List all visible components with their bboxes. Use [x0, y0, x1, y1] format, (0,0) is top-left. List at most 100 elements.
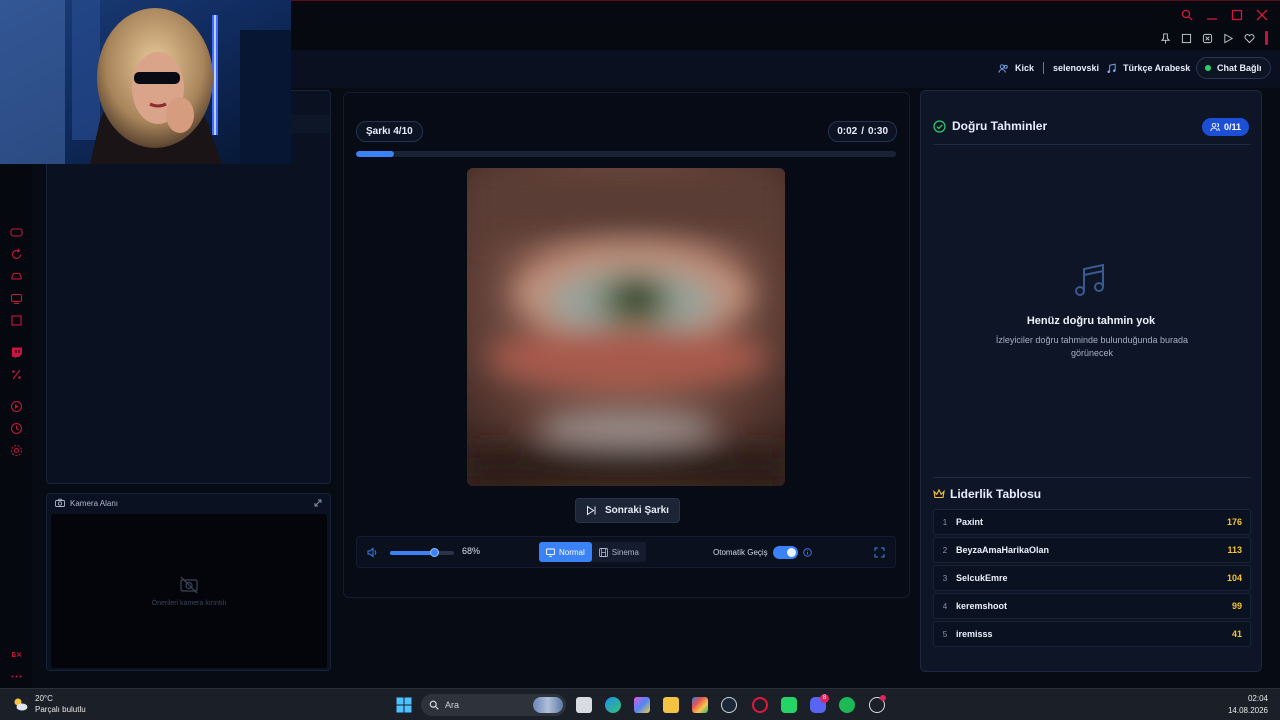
- rail-twitch-icon[interactable]: [10, 346, 23, 359]
- leaderboard-score: 41: [1231, 629, 1242, 639]
- file-explorer-icon[interactable]: [663, 697, 679, 713]
- leaderboard-list: 1 Paxint 176 2 BeyzaAmaHarikaOlan 113 3 SelcukE…: [933, 509, 1251, 649]
- copilot-icon[interactable]: [634, 697, 650, 713]
- spotify-icon[interactable]: [839, 697, 855, 713]
- users-icon: [998, 63, 1008, 73]
- heart-icon[interactable]: [1244, 33, 1255, 44]
- guesses-title: Doğru Tahminler: [952, 119, 1048, 133]
- weather-widget[interactable]: 20°C Parçalı bulutlu: [12, 693, 86, 715]
- window-icon[interactable]: [1181, 33, 1192, 44]
- rail-gx-icon[interactable]: [10, 648, 23, 661]
- edge-icon[interactable]: [605, 697, 621, 713]
- mode-normal-button[interactable]: Normal: [539, 542, 592, 562]
- guess-count: 0/11: [1223, 122, 1241, 132]
- platform-name: Kick: [1015, 63, 1035, 73]
- play-icon[interactable]: [1223, 33, 1234, 44]
- opera-gx-icon[interactable]: [752, 697, 768, 713]
- leaderboard-username: Paxint: [956, 517, 984, 527]
- side-rail: [0, 164, 32, 688]
- camera-header: Kamera Alanı: [55, 498, 118, 508]
- leaderboard-score: 113: [1227, 545, 1242, 555]
- block-icon[interactable]: [1202, 33, 1213, 44]
- guesses-header: Doğru Tahminler: [933, 119, 1047, 133]
- users-icon: [1210, 122, 1220, 132]
- notification-dot: [880, 695, 886, 701]
- rail-box-icon[interactable]: [10, 314, 23, 327]
- genre-info[interactable]: Türkçe Arabesk: [1106, 57, 1190, 79]
- whatsapp-icon[interactable]: [781, 697, 797, 713]
- store-icon[interactable]: [692, 697, 708, 713]
- volume-knob[interactable]: [429, 548, 439, 557]
- rail-refresh-icon[interactable]: [10, 248, 23, 261]
- music-note-icon: [1075, 263, 1104, 296]
- divider: [933, 144, 1251, 145]
- leaderboard-username: iremisss: [956, 629, 993, 639]
- maximize-icon[interactable]: [1231, 9, 1243, 21]
- leaderboard-rank: 1: [942, 517, 948, 527]
- platform-info: Kick selenovski: [998, 57, 1099, 79]
- clock-date: 14.08.2026: [1227, 706, 1268, 715]
- film-icon: [598, 547, 608, 557]
- toggle-knob: [786, 548, 796, 557]
- discord-notification-badge: 8: [820, 694, 829, 703]
- auto-advance-label: Otomatik Geçiş: [713, 548, 768, 557]
- chat-status-badge[interactable]: Chat Bağlı: [1196, 57, 1271, 79]
- temperature: 20°C: [35, 694, 53, 703]
- search-highlight-image: [533, 697, 563, 713]
- leaderboard-rank: 5: [942, 629, 948, 639]
- toolbar-icons: [1160, 31, 1268, 45]
- mode-cinema-label: Sinema: [611, 547, 639, 557]
- window-controls: [1181, 9, 1268, 21]
- rail-clock-icon[interactable]: [10, 422, 23, 435]
- leaderboard-score: 176: [1226, 517, 1242, 527]
- mode-cinema-button[interactable]: Sinema: [592, 542, 646, 562]
- rail-play-circle-icon[interactable]: [10, 400, 23, 413]
- music-note-icon: [1107, 63, 1116, 73]
- system-clock[interactable]: 02:04 14.08.2026: [1228, 693, 1268, 717]
- taskbar-search[interactable]: Ara: [421, 694, 566, 716]
- leaderboard-score: 104: [1226, 573, 1242, 583]
- divider: [933, 477, 1251, 478]
- player-controls: 68% Normal Sinema Otomatik Geçiş: [356, 536, 896, 568]
- mode-normal-label: Normal: [559, 547, 585, 557]
- song-progress-bar[interactable]: [356, 151, 896, 157]
- next-song-button[interactable]: Sonraki Şarkı: [575, 498, 680, 523]
- task-view-icon[interactable]: [576, 697, 592, 713]
- leaderboard-row: 2 BeyzaAmaHarikaOlan 113: [933, 537, 1251, 563]
- minimize-icon[interactable]: [1206, 9, 1218, 21]
- camera-panel: Kamera Alanı Önerileri kamera kırıntılı: [46, 493, 331, 671]
- clock-time: 02:04: [1247, 694, 1268, 703]
- fullscreen-icon[interactable]: [874, 547, 885, 558]
- rail-settings-icon[interactable]: [10, 444, 23, 457]
- monitor-icon: [546, 548, 555, 557]
- leaderboard-username: SelcukEmre: [956, 573, 1008, 583]
- search-placeholder: Ara: [445, 700, 460, 710]
- expand-icon[interactable]: [314, 499, 322, 507]
- rail-more-icon[interactable]: [10, 670, 23, 683]
- rail-gamepad-icon[interactable]: [10, 226, 23, 239]
- leaderboard-row: 4 keremshoot 99: [933, 593, 1251, 619]
- taskbar: 20°C Parçalı bulutlu Ara 8 02:04 14.08.2…: [0, 688, 1280, 720]
- auto-advance-toggle[interactable]: [772, 546, 798, 559]
- partly-cloudy-icon: [14, 698, 28, 710]
- online-dot: [1205, 65, 1211, 71]
- webcam-image: [0, 0, 291, 164]
- genre-label: Türkçe Arabesk: [1123, 63, 1191, 73]
- leaderboard-rank: 3: [942, 573, 948, 583]
- search-icon[interactable]: [1181, 9, 1193, 21]
- info-icon[interactable]: [802, 548, 812, 557]
- auto-advance: Otomatik Geçiş: [713, 546, 812, 559]
- rail-percent-icon[interactable]: [10, 368, 23, 381]
- rail-car-icon[interactable]: [10, 270, 23, 283]
- app-window: Kick selenovski Türkçe Arabesk Chat Bağl…: [0, 0, 1280, 720]
- leaderboard-title: Liderlik Tablosu: [950, 487, 1042, 501]
- pin-icon[interactable]: [1160, 32, 1171, 44]
- steam-icon[interactable]: [721, 697, 737, 713]
- windows-start-icon[interactable]: [396, 697, 412, 713]
- cover-image: [467, 168, 785, 486]
- volume-slider[interactable]: [390, 548, 454, 557]
- rail-tv-icon[interactable]: [10, 292, 23, 305]
- volume-icon[interactable]: [367, 547, 378, 558]
- camera-area: Önerileri kamera kırıntılı: [51, 514, 327, 668]
- close-icon[interactable]: [1256, 9, 1268, 21]
